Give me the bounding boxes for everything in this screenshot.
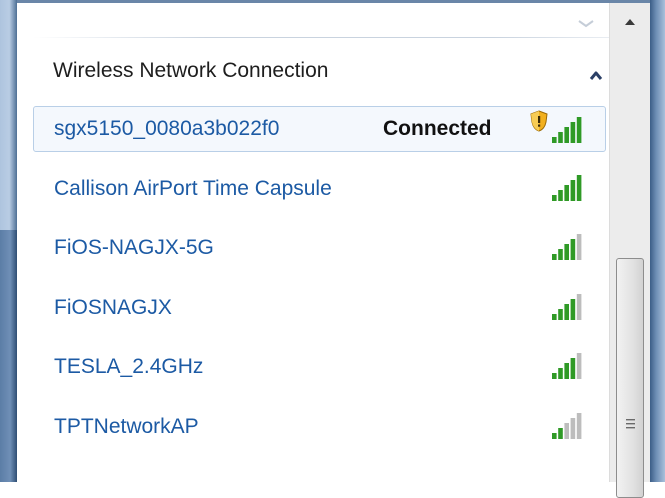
signal-bar <box>576 117 582 143</box>
scrollbar-thumb[interactable] <box>616 258 644 498</box>
scroll-up-arrow-icon[interactable] <box>618 11 642 33</box>
signal-strength-icon <box>551 233 583 261</box>
network-row[interactable]: FiOS-NAGJX-5G <box>33 225 606 271</box>
signal-bar <box>564 244 569 260</box>
network-row[interactable]: sgx5150_0080a3b022f0 Connected <box>33 106 606 152</box>
signal-bar <box>576 353 582 379</box>
network-row[interactable]: TESLA_2.4GHz <box>33 344 606 390</box>
signal-bar <box>558 190 563 201</box>
signal-bar <box>576 175 582 201</box>
signal-bar <box>570 418 576 439</box>
chevron-up-icon[interactable] <box>589 69 603 81</box>
signal-bar <box>570 122 576 143</box>
signal-bar <box>552 195 557 201</box>
signal-bar <box>576 234 582 260</box>
signal-bar <box>570 180 576 201</box>
section-title: Wireless Network Connection <box>53 59 329 82</box>
signal-bar <box>570 299 576 320</box>
window-frame-right <box>650 0 665 482</box>
network-list-panel: Wireless Network Connection sgx5150_0080… <box>17 3 609 482</box>
network-row[interactable]: FiOSNAGJX <box>33 285 606 331</box>
connection-status: Connected <box>383 117 492 140</box>
signal-bar <box>564 363 569 379</box>
signal-bar <box>570 358 576 379</box>
signal-bar <box>558 309 563 320</box>
signal-bar <box>564 185 569 201</box>
signal-bar <box>552 373 557 379</box>
vertical-scrollbar[interactable] <box>609 3 650 498</box>
network-name: TESLA_2.4GHz <box>54 355 204 378</box>
signal-strength-icon <box>551 412 583 440</box>
signal-bar <box>564 423 569 439</box>
scrollbar-grip-icon <box>626 417 635 429</box>
network-row[interactable]: TPTNetworkAP <box>33 404 606 450</box>
security-shield-icon <box>530 110 548 132</box>
window-frame-left <box>0 0 17 482</box>
network-name: TPTNetworkAP <box>54 415 199 438</box>
signal-bar <box>576 294 582 320</box>
signal-strength-icon <box>551 116 583 144</box>
signal-strength-icon <box>551 352 583 380</box>
signal-bar <box>570 239 576 260</box>
signal-strength-icon <box>551 174 583 202</box>
network-name: Callison AirPort Time Capsule <box>54 177 332 200</box>
signal-bar <box>558 132 563 143</box>
signal-strength-icon <box>551 293 583 321</box>
signal-bar <box>564 304 569 320</box>
signal-bar <box>558 428 563 439</box>
frame-shade <box>0 230 17 482</box>
signal-bar <box>576 413 582 439</box>
section-divider <box>33 37 609 38</box>
network-row[interactable]: Callison AirPort Time Capsule <box>33 166 606 212</box>
signal-bar <box>564 127 569 143</box>
network-name: FiOS-NAGJX-5G <box>54 236 214 259</box>
network-name: FiOSNAGJX <box>54 296 172 319</box>
signal-bar <box>552 433 557 439</box>
signal-bar <box>558 368 563 379</box>
signal-bar <box>552 137 557 143</box>
chevron-down-icon <box>577 20 595 28</box>
signal-bar <box>558 249 563 260</box>
signal-bar <box>552 314 557 320</box>
network-name: sgx5150_0080a3b022f0 <box>54 117 280 140</box>
signal-bar <box>552 254 557 260</box>
